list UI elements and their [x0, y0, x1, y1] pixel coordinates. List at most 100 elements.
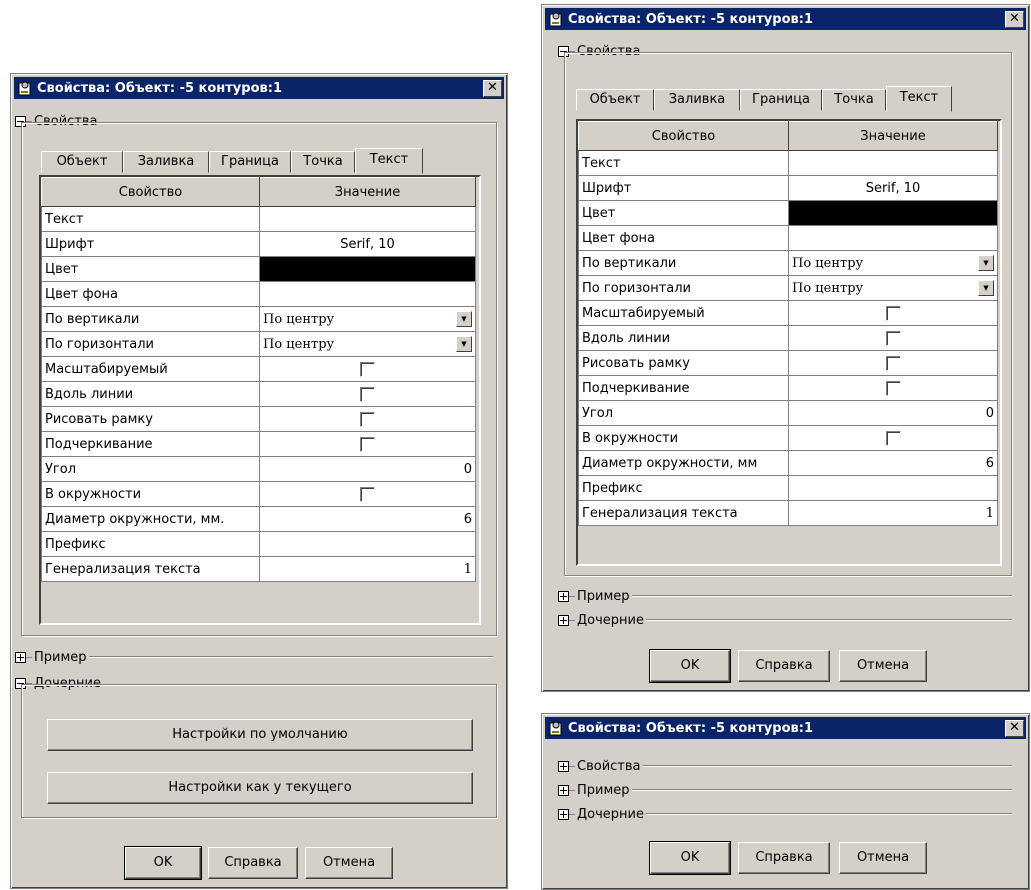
angle-value[interactable]: 0: [788, 400, 998, 426]
expand-icon[interactable]: [558, 614, 569, 626]
table-row[interactable]: Рисовать рамку: [41, 406, 476, 432]
title-bar[interactable]: Свойства: Объект: -5 контуров:1 ✕: [545, 8, 1026, 30]
table-row[interactable]: Цвет фона: [41, 281, 476, 307]
table-row[interactable]: По горизонтали По центру ▼: [41, 331, 476, 357]
tab-object[interactable]: Объект: [576, 89, 654, 111]
horizontal-align-select[interactable]: По центру ▼: [259, 331, 476, 357]
scalable-checkbox[interactable]: [885, 305, 901, 321]
table-row[interactable]: Вдоль линии: [41, 381, 476, 407]
color-swatch[interactable]: [788, 200, 998, 226]
tab-border[interactable]: Граница: [740, 89, 822, 111]
table-row[interactable]: Префикс: [578, 475, 998, 501]
dropdown-arrow-icon[interactable]: ▼: [456, 336, 472, 352]
in-circle-checkbox[interactable]: [885, 430, 901, 446]
expand-icon[interactable]: [558, 760, 569, 772]
table-row[interactable]: По вертикали По центру ▼: [41, 306, 476, 332]
dropdown-arrow-icon[interactable]: ▼: [456, 311, 472, 327]
title-bar[interactable]: Свойства: Объект: -5 контуров:1 ✕: [14, 77, 504, 99]
ok-button[interactable]: OK: [649, 649, 731, 683]
ok-button[interactable]: OK: [124, 846, 202, 880]
column-property[interactable]: Свойство: [41, 177, 260, 207]
table-row[interactable]: Цвет: [578, 200, 998, 226]
table-row[interactable]: В окружности: [578, 425, 998, 451]
section-children[interactable]: Дочерние: [558, 806, 1012, 822]
underline-checkbox[interactable]: [885, 380, 901, 396]
table-row[interactable]: В окружности: [41, 481, 476, 507]
tab-text[interactable]: Текст: [355, 148, 423, 174]
table-row[interactable]: Рисовать рамку: [578, 350, 998, 376]
scalable-checkbox[interactable]: [360, 361, 375, 377]
cancel-button[interactable]: Отмена: [839, 650, 927, 682]
help-button[interactable]: Справка: [208, 847, 298, 879]
bg-color-value[interactable]: [788, 225, 998, 251]
underline-checkbox[interactable]: [360, 436, 375, 452]
current-settings-button[interactable]: Настройки как у текущего: [47, 772, 473, 804]
table-row[interactable]: Текст: [41, 206, 476, 232]
expand-icon[interactable]: [558, 590, 569, 602]
tab-text[interactable]: Текст: [886, 86, 952, 112]
draw-frame-checkbox[interactable]: [360, 411, 375, 427]
table-row[interactable]: Угол 0: [41, 456, 476, 482]
cancel-button[interactable]: Отмена: [839, 842, 927, 874]
section-properties[interactable]: Свойства: [558, 758, 1012, 774]
table-row[interactable]: Подчеркивание: [578, 375, 998, 401]
draw-frame-checkbox[interactable]: [885, 355, 901, 371]
dropdown-arrow-icon[interactable]: ▼: [978, 255, 994, 271]
tab-point[interactable]: Точка: [822, 89, 886, 111]
expand-icon[interactable]: [558, 808, 569, 820]
prefix-value[interactable]: [259, 531, 476, 557]
close-button[interactable]: ✕: [1005, 11, 1024, 28]
expand-icon[interactable]: [558, 784, 569, 796]
section-children[interactable]: Дочерние: [558, 612, 1012, 628]
default-settings-button[interactable]: Настройки по умолчанию: [47, 719, 473, 751]
section-example[interactable]: Пример: [558, 782, 1012, 798]
bg-color-value[interactable]: [259, 281, 476, 307]
table-row[interactable]: Генерализация текста 1: [578, 500, 998, 526]
text-value-cell[interactable]: [788, 150, 998, 176]
circle-diameter-value[interactable]: 6: [788, 450, 998, 476]
tab-fill[interactable]: Заливка: [123, 151, 209, 173]
help-button[interactable]: Справка: [738, 650, 830, 682]
generalization-value[interactable]: 1: [259, 556, 476, 582]
tab-border[interactable]: Граница: [209, 151, 291, 173]
column-value[interactable]: Значение: [788, 121, 998, 151]
table-row[interactable]: Масштабируемый: [41, 356, 476, 382]
circle-diameter-value[interactable]: 6: [259, 506, 476, 532]
dropdown-arrow-icon[interactable]: ▼: [978, 280, 994, 296]
table-row[interactable]: Текст: [578, 150, 998, 176]
color-swatch[interactable]: [259, 256, 476, 282]
along-line-checkbox[interactable]: [885, 330, 901, 346]
table-row[interactable]: Диаметр окружности, мм 6: [578, 450, 998, 476]
text-value-cell[interactable]: [259, 206, 476, 232]
generalization-value[interactable]: 1: [788, 500, 998, 526]
horizontal-align-select[interactable]: По центру ▼: [788, 275, 998, 301]
table-row[interactable]: Диаметр окружности, мм. 6: [41, 506, 476, 532]
table-row[interactable]: По горизонтали По центру ▼: [578, 275, 998, 301]
title-bar[interactable]: Свойства: Объект: -5 контуров:1 ✕: [545, 717, 1026, 739]
ok-button[interactable]: OK: [649, 841, 731, 875]
angle-value[interactable]: 0: [259, 456, 476, 482]
vertical-align-select[interactable]: По центру ▼: [259, 306, 476, 332]
expand-icon[interactable]: [15, 651, 26, 663]
cancel-button[interactable]: Отмена: [305, 847, 393, 879]
table-row[interactable]: Угол 0: [578, 400, 998, 426]
close-button[interactable]: ✕: [1005, 720, 1024, 737]
along-line-checkbox[interactable]: [360, 386, 375, 402]
help-button[interactable]: Справка: [738, 842, 830, 874]
section-example[interactable]: Пример: [15, 649, 493, 665]
column-value[interactable]: Значение: [259, 177, 476, 207]
in-circle-checkbox[interactable]: [360, 486, 375, 502]
prefix-value[interactable]: [788, 475, 998, 501]
table-row[interactable]: Цвет фона: [578, 225, 998, 251]
table-row[interactable]: Вдоль линии: [578, 325, 998, 351]
font-value[interactable]: Serif, 10: [259, 231, 476, 257]
close-button[interactable]: ✕: [483, 80, 502, 97]
tab-fill[interactable]: Заливка: [654, 89, 740, 111]
table-row[interactable]: Префикс: [41, 531, 476, 557]
table-row[interactable]: Шрифт Serif, 10: [41, 231, 476, 257]
column-property[interactable]: Свойство: [578, 121, 789, 151]
table-row[interactable]: Подчеркивание: [41, 431, 476, 457]
tab-point[interactable]: Точка: [291, 151, 355, 173]
table-row[interactable]: Цвет: [41, 256, 476, 282]
table-row[interactable]: Масштабируемый: [578, 300, 998, 326]
